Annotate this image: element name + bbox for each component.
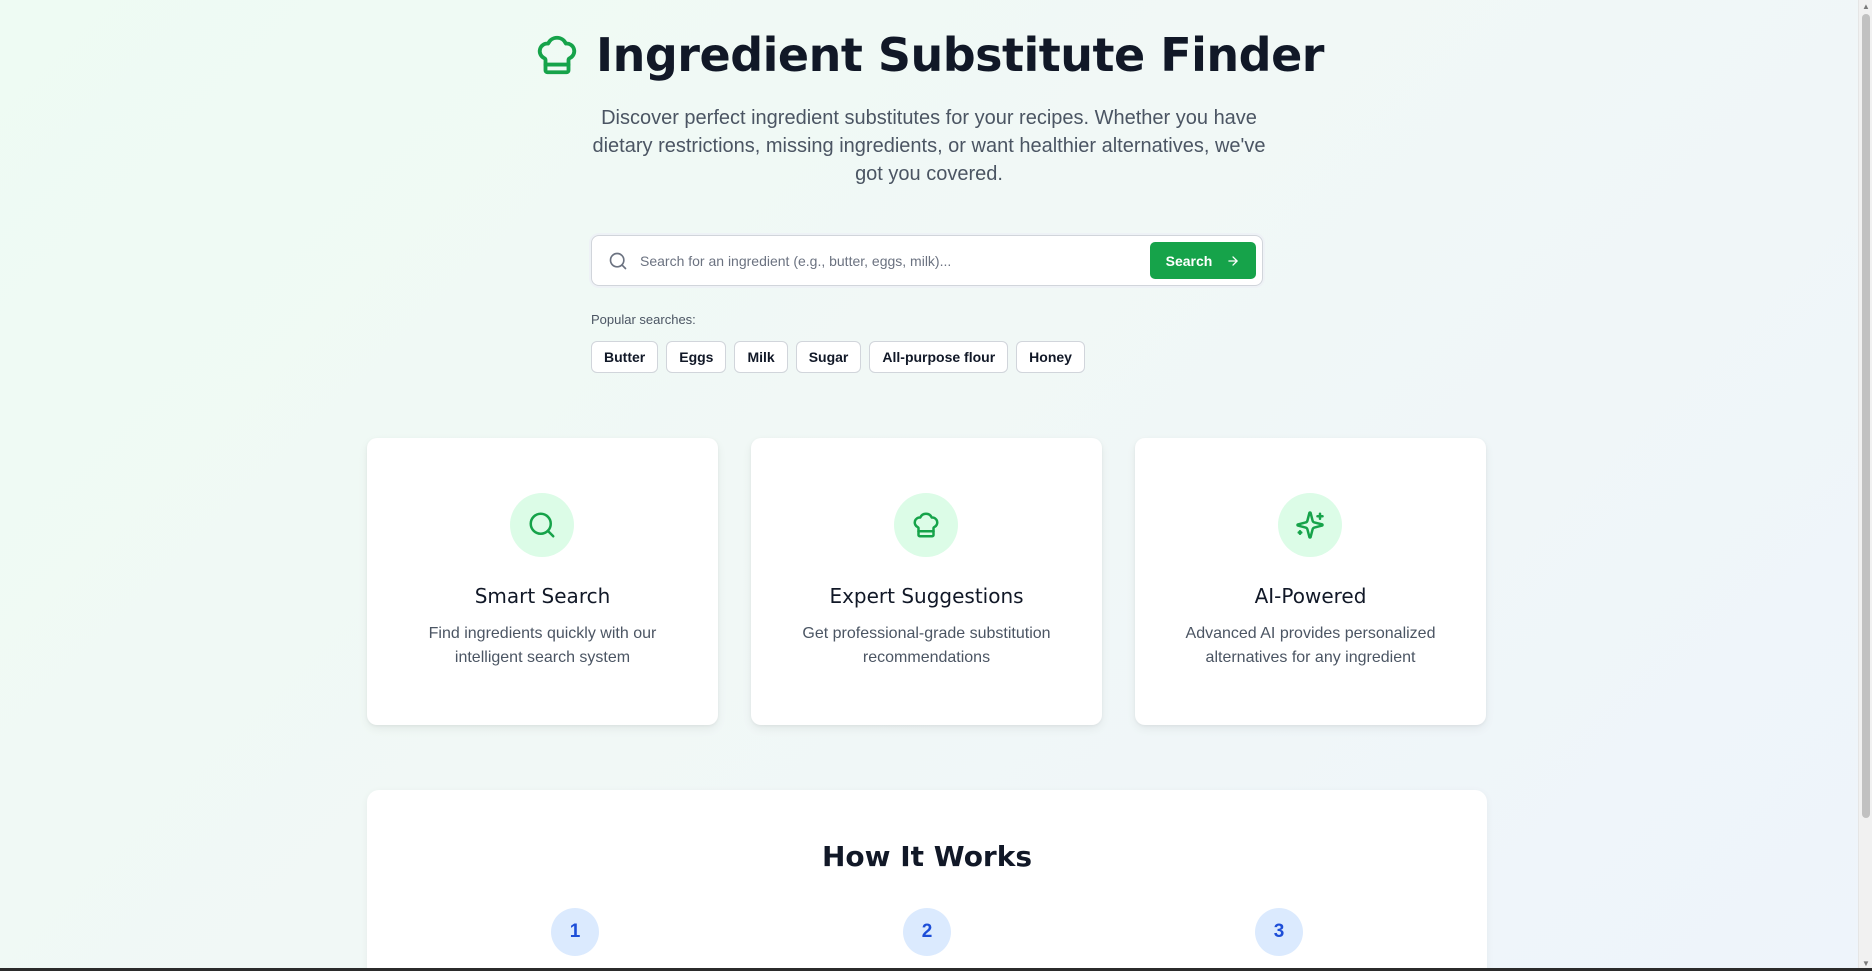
page-subtitle: Discover perfect ingredient substitutes …	[592, 107, 1266, 185]
feature-card-expert-suggestions: Expert Suggestions Get professional-grad…	[751, 438, 1102, 725]
vertical-scrollbar[interactable]: ▲ ▼	[1858, 0, 1872, 971]
feature-title: AI-Powered	[1254, 584, 1367, 608]
popular-searches-label: Popular searches:	[591, 312, 696, 327]
page-title: Ingredient Substitute Finder	[596, 28, 1324, 82]
search-bar: Search	[591, 235, 1263, 286]
sparkles-icon	[1296, 511, 1324, 539]
popular-chip-eggs[interactable]: Eggs	[666, 341, 727, 373]
feature-description: Find ingredients quickly with our intell…	[428, 625, 657, 666]
popular-chip-milk[interactable]: Milk	[734, 341, 788, 373]
search-button[interactable]: Search	[1150, 242, 1256, 279]
scrollbar-thumb[interactable]	[1862, 14, 1870, 818]
popular-chip-butter[interactable]: Butter	[591, 341, 659, 373]
feature-description: Advanced AI provides personalized altern…	[1185, 625, 1436, 666]
step-number-2: 2	[903, 908, 951, 956]
scroll-up-arrow-icon[interactable]: ▲	[1861, 2, 1871, 12]
chef-hat-icon	[537, 35, 577, 75]
search-icon	[609, 252, 627, 270]
how-it-works-section: How It Works 1 2 3	[367, 790, 1487, 968]
popular-chip-all-purpose-flour[interactable]: All-purpose flour	[869, 341, 1009, 373]
feature-title: Expert Suggestions	[829, 584, 1024, 608]
arrow-right-icon	[1228, 255, 1239, 266]
feature-icon-circle	[1278, 493, 1342, 557]
search-icon	[529, 512, 555, 538]
popular-chip-honey[interactable]: Honey	[1016, 341, 1085, 373]
feature-card-ai-powered: AI-Powered Advanced AI provides personal…	[1135, 438, 1486, 725]
search-input[interactable]	[640, 244, 1140, 278]
popular-chip-sugar[interactable]: Sugar	[795, 341, 862, 373]
popular-searches-list: Butter Eggs Milk Sugar All-purpose flour…	[591, 341, 1085, 373]
feature-title: Smart Search	[474, 584, 611, 608]
step-number-1: 1	[551, 908, 599, 956]
step-number-3: 3	[1255, 908, 1303, 956]
hero-header: Ingredient Substitute Finder	[0, 28, 1858, 82]
page-viewport: Ingredient Substitute Finder Discover pe…	[0, 0, 1858, 968]
chef-hat-icon	[913, 512, 939, 538]
feature-card-smart-search: Smart Search Find ingredients quickly wi…	[367, 438, 718, 725]
feature-icon-circle	[894, 493, 958, 557]
feature-icon-circle	[510, 493, 574, 557]
feature-description: Get professional-grade substitution reco…	[802, 625, 1051, 666]
search-button-label: Search	[1165, 252, 1213, 269]
how-it-works-title: How It Works	[821, 840, 1033, 873]
